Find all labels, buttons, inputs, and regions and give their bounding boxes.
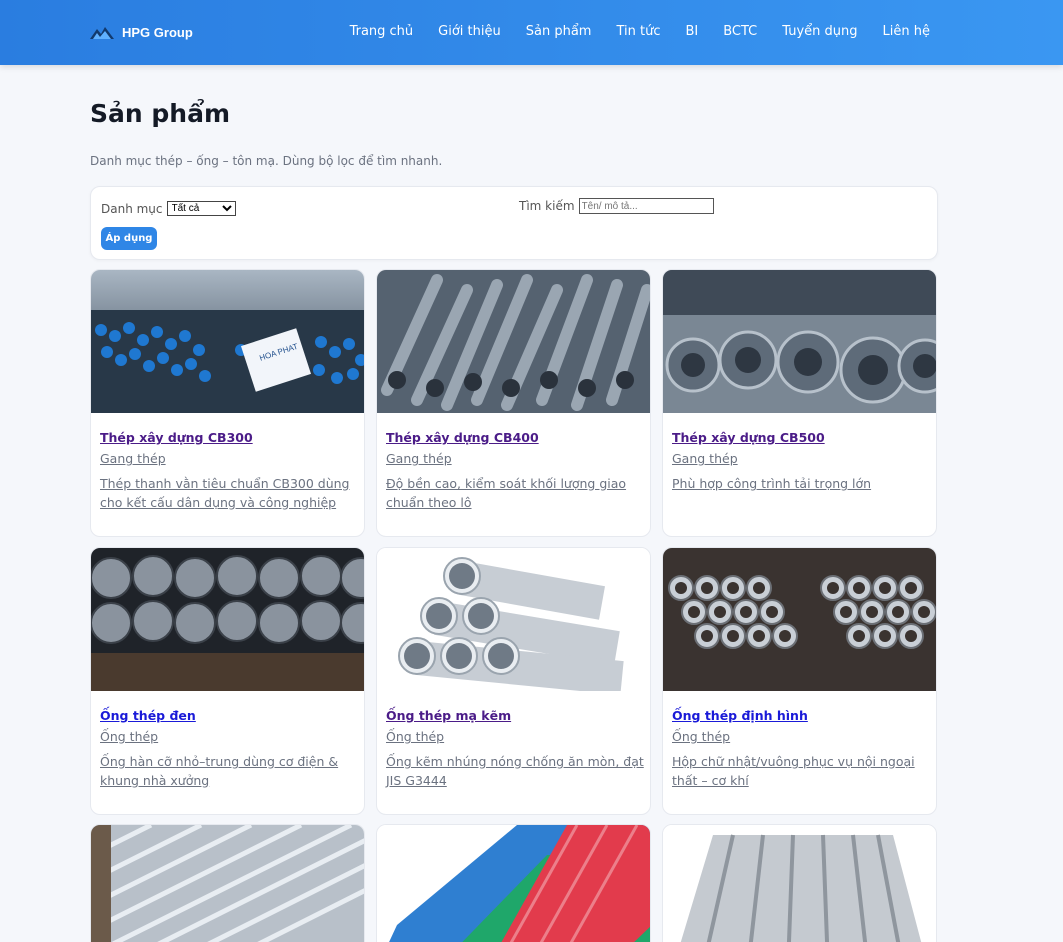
search-input[interactable]: [578, 198, 714, 214]
top-navbar: HPG Group Trang chủ Giới thiệu Sản phẩm …: [0, 0, 1063, 65]
category-label: Danh mục: [101, 201, 163, 216]
product-title[interactable]: Thép xây dựng CB300: [100, 430, 253, 445]
product-category[interactable]: Gang thép: [100, 451, 166, 466]
nav-gioi-thieu[interactable]: Giới thiệu: [438, 22, 501, 42]
nav-trang-chu[interactable]: Trang chủ: [350, 22, 414, 42]
nav-bctc[interactable]: BCTC: [723, 22, 757, 42]
apply-filter-button[interactable]: Áp dụng: [101, 227, 157, 250]
filter-panel: Danh mục Tất cả Tìm kiếm Áp dụng: [90, 186, 938, 260]
rebar-closeup-image: [377, 270, 650, 413]
product-image[interactable]: [663, 270, 936, 413]
mountain-logo-icon: [90, 27, 114, 39]
product-category[interactable]: Gang thép: [672, 451, 738, 466]
brand[interactable]: HPG Group: [90, 22, 193, 42]
search-filter: Tìm kiếm: [519, 198, 714, 214]
product-category[interactable]: Ống thép: [100, 729, 158, 744]
brand-name: HPG Group: [122, 24, 193, 40]
galvanized-pipes-image: [377, 548, 650, 691]
product-description[interactable]: Ống hàn cỡ nhỏ–trung dùng cơ điện & khun…: [100, 752, 360, 790]
nav-tin-tuc[interactable]: Tin tức: [616, 22, 660, 42]
corrugated-sheet-image: [91, 825, 364, 942]
product-image[interactable]: [377, 825, 650, 942]
nav-lien-he[interactable]: Liên hệ: [883, 22, 930, 42]
wire-coils-image: [663, 270, 936, 413]
category-select[interactable]: Tất cả: [166, 201, 236, 216]
search-label: Tìm kiếm: [519, 199, 575, 213]
product-title[interactable]: Thép xây dựng CB400: [386, 430, 539, 445]
colored-roofing-image: [377, 825, 650, 942]
product-card: Thép xây dựng CB500 Gang thép Phù hợp cô…: [662, 269, 937, 537]
product-description[interactable]: Hộp chữ nhật/vuông phục vụ nội ngoại thấ…: [672, 752, 932, 790]
product-image[interactable]: [377, 548, 650, 691]
product-image[interactable]: [91, 825, 364, 942]
page-description: Danh mục thép – ống – tôn mạ. Dùng bộ lọ…: [90, 154, 443, 168]
product-category[interactable]: Gang thép: [386, 451, 452, 466]
product-title[interactable]: Ống thép mạ kẽm: [386, 708, 511, 723]
product-card: Ống thép mạ kẽm Ống thép Ống kẽm nhúng n…: [376, 547, 651, 815]
black-pipes-image: [91, 548, 364, 691]
product-image[interactable]: [663, 548, 936, 691]
category-filter: Danh mục Tất cả: [101, 201, 236, 216]
rebar-bundle-image: HOA PHAT: [91, 270, 364, 413]
product-title[interactable]: Thép xây dựng CB500: [672, 430, 825, 445]
nav-tuyen-dung[interactable]: Tuyển dụng: [782, 22, 857, 42]
nav-san-pham[interactable]: Sản phẩm: [526, 22, 592, 42]
page-title: Sản phẩm: [90, 99, 230, 128]
product-description[interactable]: Thép thanh vằn tiêu chuẩn CB300 dùng cho…: [100, 474, 360, 512]
main-nav: Trang chủ Giới thiệu Sản phẩm Tin tức BI…: [350, 22, 930, 42]
nav-bi[interactable]: BI: [685, 22, 698, 42]
steel-tubes-image: [663, 548, 936, 691]
product-card: Thép xây dựng CB400 Gang thép Độ bền cao…: [376, 269, 651, 537]
trapezoid-roofing-image: [663, 825, 936, 942]
product-title[interactable]: Ống thép định hình: [672, 708, 808, 723]
product-card: Ống thép định hình Ống thép Hộp chữ nhật…: [662, 547, 937, 815]
product-category[interactable]: Ống thép: [672, 729, 730, 744]
product-card: [90, 824, 365, 942]
product-image[interactable]: [663, 825, 936, 942]
product-image[interactable]: HOA PHAT: [91, 270, 364, 413]
product-card: HOA PHAT Thép xây dựng CB300 Gang thép T…: [90, 269, 365, 537]
product-card: [376, 824, 651, 942]
product-description[interactable]: Độ bền cao, kiểm soát khối lượng giao ch…: [386, 474, 646, 512]
product-card: Ống thép đen Ống thép Ống hàn cỡ nhỏ–tru…: [90, 547, 365, 815]
product-card: [662, 824, 937, 942]
product-description[interactable]: Ống kẽm nhúng nóng chống ăn mòn, đạt JIS…: [386, 752, 646, 790]
product-description[interactable]: Phù hợp công trình tải trọng lớn: [672, 474, 932, 493]
product-image[interactable]: [377, 270, 650, 413]
product-category[interactable]: Ống thép: [386, 729, 444, 744]
product-image[interactable]: [91, 548, 364, 691]
product-title[interactable]: Ống thép đen: [100, 708, 196, 723]
